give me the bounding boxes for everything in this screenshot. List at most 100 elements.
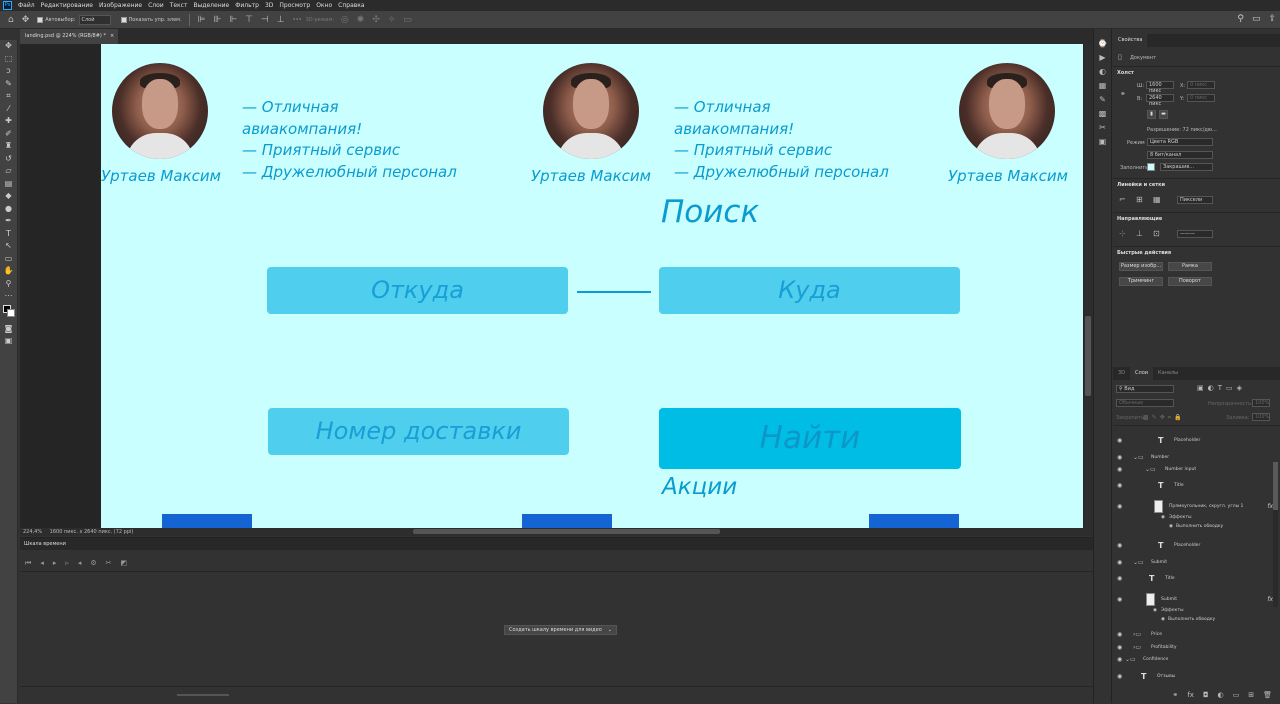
- list-item[interactable]: ◉ T Title: [1113, 573, 1273, 584]
- move-icon[interactable]: ✥: [0, 40, 17, 53]
- play-icon[interactable]: ▸: [53, 559, 57, 568]
- document-tab[interactable]: landing.psd @ 224% (RGB/8#) * ×: [20, 29, 118, 44]
- tab-channels[interactable]: Каналы: [1153, 367, 1184, 380]
- swatches-icon[interactable]: ▩: [1094, 109, 1111, 123]
- actions-icon[interactable]: ▶: [1094, 53, 1111, 67]
- trash-icon[interactable]: 🗑: [1263, 691, 1272, 699]
- vertical-scrollbar[interactable]: [1084, 44, 1093, 528]
- mode-select[interactable]: Цвета RGB: [1147, 138, 1213, 146]
- pen-icon[interactable]: ✒: [0, 215, 17, 228]
- menu-window[interactable]: Окно: [316, 2, 332, 9]
- lock-guides-icon[interactable]: ⊡: [1153, 229, 1160, 238]
- glyphs-icon[interactable]: ▣: [1094, 137, 1111, 151]
- layer-filter-icons[interactable]: ▣◐T▭◈: [1197, 384, 1246, 392]
- zoom-icon[interactable]: ⚲: [0, 278, 17, 291]
- dodge-icon[interactable]: ●: [0, 203, 17, 216]
- list-item[interactable]: ◉ Прямоугольник, скругл. углы 1 fx: [1113, 500, 1273, 513]
- audio-icon[interactable]: ◂: [78, 559, 82, 568]
- fill-input[interactable]: 100%: [1252, 413, 1270, 421]
- type-icon[interactable]: T: [0, 228, 17, 241]
- link-layers-icon[interactable]: ⚭: [1172, 691, 1178, 699]
- eraser-icon[interactable]: ▱: [0, 165, 17, 178]
- list-item[interactable]: ◉ ›▭ Profitability: [1113, 642, 1273, 653]
- delivery-number-field[interactable]: Номер доставки: [268, 408, 569, 455]
- adjustment-layer-icon[interactable]: ◐: [1218, 691, 1224, 699]
- guide-layout-icon[interactable]: ⊥: [1136, 229, 1143, 238]
- canvas-area[interactable]: Уртаев Максим — Отличная авиакомпания! —…: [20, 44, 1093, 528]
- shape-icon[interactable]: ▭: [0, 253, 17, 266]
- menu-view[interactable]: Просмотр: [279, 2, 310, 9]
- x-input[interactable]: 0 пикс: [1187, 81, 1215, 89]
- colors-icon[interactable]: [0, 303, 17, 323]
- ruler-icon[interactable]: ⌐: [1119, 195, 1126, 204]
- height-input[interactable]: 2640 пикс: [1146, 94, 1174, 107]
- healing-icon[interactable]: ✚: [0, 115, 17, 128]
- menu-image[interactable]: Изображение: [99, 2, 142, 9]
- crop-icon[interactable]: ⌗: [0, 90, 17, 103]
- list-item[interactable]: ◉ ⌄▭ Number: [1113, 452, 1273, 463]
- y-input[interactable]: 0 пикс: [1187, 94, 1215, 102]
- styles-icon[interactable]: ▦: [1094, 81, 1111, 95]
- new-layer-icon[interactable]: ⊞: [1248, 691, 1254, 699]
- fx-icon[interactable]: fx: [1187, 691, 1194, 699]
- guides-section[interactable]: Направляющие: [1117, 216, 1162, 222]
- guide-style-select[interactable]: ———: [1177, 230, 1213, 238]
- align-left-icon[interactable]: ⊫: [198, 15, 206, 25]
- tab-3d[interactable]: 3D: [1113, 367, 1131, 380]
- timeline-zoom-slider[interactable]: [177, 694, 229, 696]
- list-item[interactable]: ◉ ›▭ Price: [1113, 629, 1273, 640]
- align-bottom-icon[interactable]: ⊥: [277, 15, 285, 25]
- list-item[interactable]: ◉ ⌄▭ Number input: [1113, 464, 1273, 475]
- photoshop-logo-icon[interactable]: Ps: [3, 1, 12, 10]
- stamp-icon[interactable]: ♜: [0, 140, 17, 153]
- canvas-section[interactable]: Холст: [1117, 70, 1134, 76]
- list-item[interactable]: ◉ T Title: [1113, 480, 1273, 491]
- image-size-button[interactable]: Размер изобр...: [1119, 262, 1163, 271]
- close-icon[interactable]: ×: [110, 33, 114, 39]
- share-icon[interactable]: ⇪: [1268, 14, 1276, 24]
- rotate-button[interactable]: Поворот: [1168, 277, 1212, 286]
- pan-3d-icon[interactable]: ✣: [372, 15, 380, 25]
- fill-swatch[interactable]: [1147, 163, 1155, 171]
- menu-help[interactable]: Справка: [338, 2, 364, 9]
- tools-preset-icon[interactable]: ✂: [1094, 123, 1111, 137]
- menu-text[interactable]: Текст: [170, 2, 188, 9]
- lock-icons[interactable]: ▩✎✥⌗🔒: [1143, 414, 1185, 422]
- tab-properties[interactable]: Свойства: [1113, 34, 1148, 47]
- bits-select[interactable]: 8 бит/канал: [1147, 151, 1213, 159]
- mask-icon[interactable]: ◘: [1203, 691, 1209, 699]
- layers-scrollbar[interactable]: [1273, 462, 1278, 607]
- next-frame-icon[interactable]: ▹: [65, 559, 69, 568]
- grid-icon[interactable]: ⊞: [1136, 195, 1143, 204]
- new-group-icon[interactable]: ▭: [1233, 691, 1240, 699]
- list-item[interactable]: ◉ ⌄▭ Submit: [1113, 557, 1273, 568]
- roll-3d-icon[interactable]: ✺: [357, 15, 365, 25]
- align-middle-icon[interactable]: ⊣: [261, 15, 269, 25]
- list-item[interactable]: ◉ T Placeholder: [1113, 540, 1273, 551]
- rulers-section[interactable]: Линейки и сетки: [1117, 182, 1165, 188]
- screen-mode-icon[interactable]: ▣: [0, 335, 17, 348]
- autoselect-select[interactable]: Слой: [78, 14, 111, 25]
- list-item[interactable]: ◉ Выполнить обводку: [1113, 614, 1273, 625]
- prev-frame-icon[interactable]: ◂: [40, 559, 44, 568]
- to-field[interactable]: Куда: [659, 267, 960, 314]
- quick-actions-section[interactable]: Быстрые действия: [1117, 250, 1171, 256]
- show-controls-checkbox[interactable]: [120, 16, 127, 23]
- opacity-input[interactable]: 100%: [1252, 399, 1270, 407]
- canvas-button[interactable]: Рамка: [1168, 262, 1212, 271]
- align-center-icon[interactable]: ⊪: [213, 15, 221, 25]
- menu-3d[interactable]: 3D: [265, 2, 273, 9]
- ruler-unit-select[interactable]: Пиксели: [1177, 196, 1213, 204]
- split-icon[interactable]: ✂: [106, 559, 112, 568]
- width-input[interactable]: 1600 пикс: [1146, 81, 1174, 94]
- search-icon[interactable]: ⚲: [1237, 14, 1244, 24]
- landscape-icon[interactable]: ▬: [1159, 110, 1168, 119]
- blend-mode-select[interactable]: Обычные: [1116, 399, 1174, 407]
- menu-file[interactable]: Файл: [18, 2, 35, 9]
- trim-button[interactable]: Тримминг: [1119, 277, 1163, 286]
- quick-select-icon[interactable]: ✎: [0, 78, 17, 91]
- more-icon[interactable]: ⋯: [293, 15, 302, 25]
- history-brush-icon[interactable]: ↺: [0, 153, 17, 166]
- list-item[interactable]: ◉ ⌄▭ Confidence: [1113, 654, 1273, 665]
- layer-filter-select[interactable]: ⚲ Вид: [1116, 385, 1174, 393]
